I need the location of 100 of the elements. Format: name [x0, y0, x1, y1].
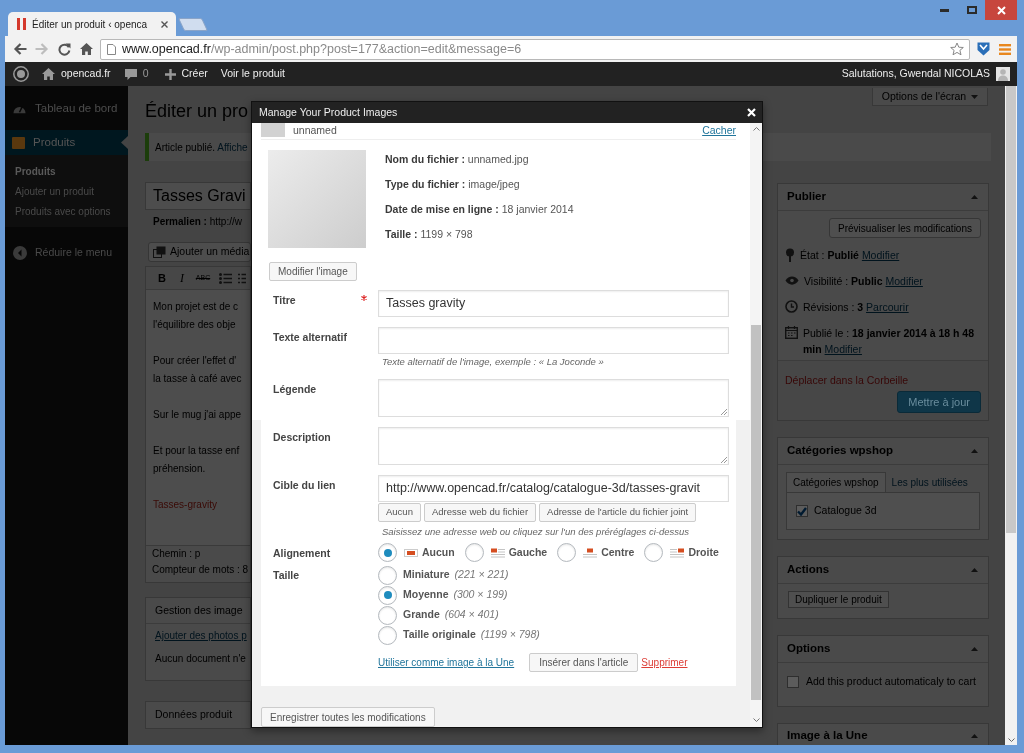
- update-button[interactable]: Mettre à jour: [897, 391, 981, 413]
- option-label[interactable]: Gauche: [508, 544, 548, 561]
- menu-item[interactable]: Produits: [5, 130, 128, 155]
- trash-link[interactable]: Déplacer dans la Corbeille: [785, 373, 909, 387]
- plus-icon: [165, 68, 177, 80]
- browse-link[interactable]: Parcourir: [866, 301, 909, 313]
- add-photos-link[interactable]: Ajouter des photos p: [155, 629, 247, 643]
- preset-button[interactable]: Adresse web du fichier: [423, 503, 537, 522]
- resize-grip-icon[interactable]: [721, 409, 727, 415]
- close-window-button[interactable]: [985, 0, 1017, 20]
- view-link[interactable]: Affiche: [217, 141, 248, 153]
- resize-grip-icon[interactable]: [721, 457, 727, 463]
- preset-button[interactable]: Aucun: [378, 503, 421, 522]
- panel-title: Données produit: [155, 707, 233, 723]
- shield-icon: [976, 42, 990, 56]
- radio-button[interactable]: [378, 625, 397, 645]
- bold-button[interactable]: B: [152, 269, 172, 287]
- option-label[interactable]: Add this product automaticaly to cart: [806, 674, 976, 690]
- screen-options-tab[interactable]: Options de l'écran: [872, 88, 988, 106]
- alt-text-input[interactable]: [378, 327, 729, 354]
- save-all-button[interactable]: Enregistrer toutes les modifications: [261, 707, 435, 727]
- delete-link[interactable]: Supprimer: [641, 655, 688, 670]
- pin-icon: [785, 248, 795, 262]
- insert-button[interactable]: Insérer dans l'article: [529, 653, 639, 672]
- link-url-input[interactable]: http://www.opencad.fr/catalog/catalogue-3d/tasses-gravit: [378, 475, 729, 502]
- edit-link[interactable]: Modifier: [885, 275, 923, 287]
- paragraph: Sur le mug j'ai appe: [153, 408, 242, 422]
- new-content-menu[interactable]: Créer: [157, 62, 216, 86]
- browser-tab[interactable]: Éditer un produit ‹ openca: [8, 12, 176, 36]
- radio-button[interactable]: [557, 543, 577, 562]
- option-label[interactable]: Aucun: [422, 544, 455, 561]
- path-text: Chemin : p: [152, 547, 201, 561]
- caret-up-icon[interactable]: [971, 195, 978, 199]
- scrollbar[interactable]: [1005, 86, 1017, 745]
- bullet-list-icon[interactable]: [219, 272, 232, 284]
- edit-link[interactable]: Modifier: [861, 249, 900, 261]
- radio-button[interactable]: [378, 543, 397, 562]
- size-option-label[interactable]: Moyenne (300 × 199): [403, 587, 508, 603]
- publish-info-text: Révisions : 3 Parcourir: [803, 300, 909, 315]
- comments-link[interactable]: 0: [115, 62, 158, 86]
- add-media-button[interactable]: Ajouter un média: [148, 242, 251, 262]
- logo-icon[interactable]: [13, 66, 29, 82]
- radio-button[interactable]: [464, 543, 484, 562]
- site-menu[interactable]: opencad.fr: [37, 62, 116, 86]
- size-option-label[interactable]: Grande (604 × 401): [403, 607, 499, 623]
- category-tab[interactable]: Les plus utilisées: [885, 472, 974, 492]
- caret-up-icon[interactable]: [971, 568, 978, 572]
- submenu-item[interactable]: Produits: [5, 161, 128, 181]
- caret-up-icon[interactable]: [971, 449, 978, 453]
- scrollbar-thumb[interactable]: [1006, 86, 1016, 533]
- description-textarea[interactable]: [378, 427, 729, 465]
- size-option-label[interactable]: Miniature (221 × 221): [403, 567, 509, 583]
- align-left-icon: [490, 547, 505, 558]
- field-label: Légende: [273, 382, 317, 397]
- caret-up-icon[interactable]: [971, 647, 978, 651]
- title-input[interactable]: Tasses Gravi: [145, 182, 251, 210]
- scroll-up-icon[interactable]: [752, 127, 760, 131]
- address-bar[interactable]: www.opencad.fr/wp-admin/post.php?post=177&action=edit&message=6: [100, 38, 970, 60]
- preset-button[interactable]: Adresse de l'article du fichier joint: [539, 503, 697, 522]
- close-icon[interactable]: [161, 20, 168, 28]
- preview-button[interactable]: Prévisualiser les modifications: [829, 218, 981, 238]
- radio-button[interactable]: [644, 543, 664, 562]
- caret-up-icon[interactable]: [971, 733, 978, 738]
- radio-button[interactable]: [378, 585, 397, 605]
- title-input[interactable]: Tasses gravity: [378, 290, 729, 317]
- media-icon: [153, 246, 166, 258]
- option-label[interactable]: Droite: [688, 544, 719, 561]
- option-label[interactable]: Centre: [601, 544, 635, 561]
- size-option-label[interactable]: Taille originale (1199 × 798): [403, 627, 540, 643]
- featured-image-link[interactable]: Utiliser comme image à la Une: [378, 655, 515, 670]
- checkbox[interactable]: [787, 676, 799, 688]
- field-label: Description: [273, 430, 331, 445]
- collapse-menu-button[interactable]: Réduire le menu: [5, 243, 128, 263]
- panel-title: Gestion des image: [155, 602, 243, 618]
- edit-image-button[interactable]: Modifier l'image: [269, 262, 357, 281]
- account-menu[interactable]: Salutations, Gwendal NICOLAS: [841, 62, 1017, 86]
- attachment-name: unnamed: [293, 124, 337, 136]
- hide-link[interactable]: Cacher: [702, 123, 736, 139]
- file-info-text: Nom du fichier : unnamed.jpg: [385, 152, 529, 167]
- scrollbar-thumb[interactable]: [751, 325, 761, 700]
- new-tab-button[interactable]: [177, 18, 209, 31]
- italic-button[interactable]: I: [172, 269, 192, 287]
- scroll-down-icon[interactable]: [1007, 738, 1015, 742]
- caption-textarea[interactable]: [378, 379, 729, 417]
- category-tab[interactable]: Catégories wpshop: [786, 472, 886, 492]
- menu-item[interactable]: Tableau de bord: [5, 96, 128, 121]
- modal-scrollbar[interactable]: [750, 123, 762, 727]
- duplicate-button[interactable]: Dupliquer le produit: [788, 591, 889, 608]
- radio-button[interactable]: [378, 605, 397, 625]
- scroll-down-icon[interactable]: [752, 718, 760, 722]
- radio-button[interactable]: [378, 565, 397, 585]
- category-label[interactable]: Catalogue 3d: [814, 503, 877, 519]
- maximize-icon: [966, 6, 977, 14]
- product-link[interactable]: Tasses-gravity: [153, 496, 217, 514]
- checkbox[interactable]: [796, 505, 808, 517]
- star-icon[interactable]: [950, 42, 964, 56]
- numbered-list-icon[interactable]: [238, 272, 246, 284]
- help-text: Texte alternatif de l'image, exemple : « La Joconde »: [382, 355, 604, 369]
- edit-link[interactable]: Modifier: [824, 343, 862, 355]
- view-product-link[interactable]: Voir le produit: [215, 62, 290, 86]
